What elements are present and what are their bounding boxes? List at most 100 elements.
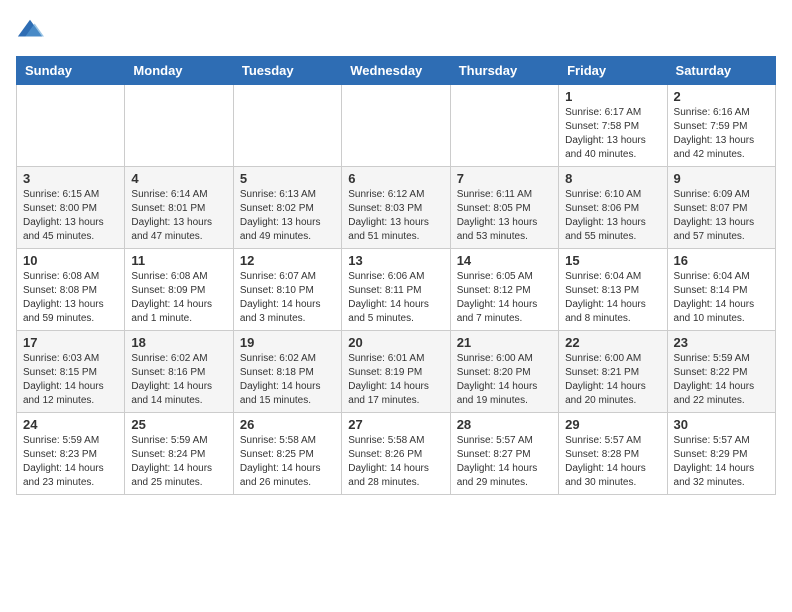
calendar-cell: 1Sunrise: 6:17 AMSunset: 7:58 PMDaylight… (559, 85, 667, 167)
weekday-header: Saturday (667, 57, 775, 85)
calendar-table: SundayMondayTuesdayWednesdayThursdayFrid… (16, 56, 776, 495)
day-info: Sunrise: 6:15 AMSunset: 8:00 PMDaylight:… (23, 188, 118, 244)
weekday-header: Tuesday (233, 57, 341, 85)
calendar-cell: 24 Sunrise: 5:59 AMSunset: 8:23 PMDayligh… (17, 413, 125, 495)
day-number: 28 (457, 417, 552, 432)
day-number: 1 (565, 89, 660, 104)
day-info: Sunrise: 5:57 AMSunset: 8:27 PMDaylight:… (457, 434, 552, 490)
day-number: 10 (23, 253, 118, 268)
calendar-cell: 29 Sunrise: 5:57 AMSunset: 8:28 PMDayligh… (559, 413, 667, 495)
day-number: 21 (457, 335, 552, 350)
day-number: 12 (240, 253, 335, 268)
day-info: Sunrise: 6:02 AMSunset: 8:18 PMDaylight:… (240, 352, 335, 408)
day-number: 22 (565, 335, 660, 350)
day-info: Sunrise: 6:04 AMSunset: 8:13 PMDaylight:… (565, 270, 660, 326)
calendar-cell: 23 Sunrise: 5:59 AMSunset: 8:22 PMDayligh… (667, 331, 775, 413)
day-number: 5 (240, 171, 335, 186)
day-number: 20 (348, 335, 443, 350)
calendar-cell: 2 Sunrise: 6:16 AMSunset: 7:59 PMDaylight… (667, 85, 775, 167)
calendar-header-row: SundayMondayTuesdayWednesdayThursdayFrid… (17, 57, 776, 85)
day-number: 23 (674, 335, 769, 350)
calendar-cell: 7Sunrise: 6:11 AMSunset: 8:05 PMDaylight… (450, 167, 558, 249)
calendar-cell: 11 Sunrise: 6:08 AMSunset: 8:09 PMDayligh… (125, 249, 233, 331)
day-number: 6 (348, 171, 443, 186)
calendar-cell: 21 Sunrise: 6:00 AMSunset: 8:20 PMDayligh… (450, 331, 558, 413)
day-info: Sunrise: 5:57 AMSunset: 8:29 PMDaylight:… (674, 434, 769, 490)
day-info: Sunrise: 6:06 AMSunset: 8:11 PMDaylight:… (348, 270, 443, 326)
calendar-cell: 17Sunrise: 6:03 AMSunset: 8:15 PMDayligh… (17, 331, 125, 413)
logo-icon (16, 16, 44, 44)
calendar-cell: 8Sunrise: 6:10 AMSunset: 8:06 PMDaylight… (559, 167, 667, 249)
calendar-week-row: 10 Sunrise: 6:08 AMSunset: 8:08 PMDayligh… (17, 249, 776, 331)
calendar-cell: 25Sunrise: 5:59 AMSunset: 8:24 PMDayligh… (125, 413, 233, 495)
day-number: 11 (131, 253, 226, 268)
calendar-cell: 27Sunrise: 5:58 AMSunset: 8:26 PMDayligh… (342, 413, 450, 495)
calendar-cell (233, 85, 341, 167)
day-info: Sunrise: 6:00 AMSunset: 8:21 PMDaylight:… (565, 352, 660, 408)
calendar-week-row: 3 Sunrise: 6:15 AMSunset: 8:00 PMDaylight… (17, 167, 776, 249)
calendar-cell: 3 Sunrise: 6:15 AMSunset: 8:00 PMDaylight… (17, 167, 125, 249)
day-info: Sunrise: 5:59 AMSunset: 8:23 PMDaylight:… (23, 434, 118, 490)
weekday-header: Friday (559, 57, 667, 85)
calendar-cell: 13 Sunrise: 6:06 AMSunset: 8:11 PMDayligh… (342, 249, 450, 331)
day-info: Sunrise: 5:57 AMSunset: 8:28 PMDaylight:… (565, 434, 660, 490)
day-number: 4 (131, 171, 226, 186)
day-number: 9 (674, 171, 769, 186)
day-number: 14 (457, 253, 552, 268)
day-info: Sunrise: 6:10 AMSunset: 8:06 PMDaylight:… (565, 188, 660, 244)
calendar-week-row: 17Sunrise: 6:03 AMSunset: 8:15 PMDayligh… (17, 331, 776, 413)
day-info: Sunrise: 5:58 AMSunset: 8:26 PMDaylight:… (348, 434, 443, 490)
calendar-cell: 28 Sunrise: 5:57 AMSunset: 8:27 PMDayligh… (450, 413, 558, 495)
day-info: Sunrise: 6:09 AMSunset: 8:07 PMDaylight:… (674, 188, 769, 244)
calendar-week-row: 24 Sunrise: 5:59 AMSunset: 8:23 PMDayligh… (17, 413, 776, 495)
calendar-cell (125, 85, 233, 167)
day-number: 15 (565, 253, 660, 268)
weekday-header: Thursday (450, 57, 558, 85)
day-info: Sunrise: 6:08 AMSunset: 8:08 PMDaylight:… (23, 270, 118, 326)
calendar-cell: 18 Sunrise: 6:02 AMSunset: 8:16 PMDayligh… (125, 331, 233, 413)
calendar-cell: 22 Sunrise: 6:00 AMSunset: 8:21 PMDayligh… (559, 331, 667, 413)
day-number: 24 (23, 417, 118, 432)
calendar-cell: 26 Sunrise: 5:58 AMSunset: 8:25 PMDayligh… (233, 413, 341, 495)
day-number: 2 (674, 89, 769, 104)
calendar-cell (450, 85, 558, 167)
day-number: 17 (23, 335, 118, 350)
day-info: Sunrise: 6:08 AMSunset: 8:09 PMDaylight:… (131, 270, 226, 326)
day-number: 26 (240, 417, 335, 432)
day-info: Sunrise: 6:14 AMSunset: 8:01 PMDaylight:… (131, 188, 226, 244)
calendar-cell: 12 Sunrise: 6:07 AMSunset: 8:10 PMDayligh… (233, 249, 341, 331)
day-info: Sunrise: 6:07 AMSunset: 8:10 PMDaylight:… (240, 270, 335, 326)
day-number: 19 (240, 335, 335, 350)
day-info: Sunrise: 5:58 AMSunset: 8:25 PMDaylight:… (240, 434, 335, 490)
day-info: Sunrise: 6:02 AMSunset: 8:16 PMDaylight:… (131, 352, 226, 408)
calendar-week-row: 1Sunrise: 6:17 AMSunset: 7:58 PMDaylight… (17, 85, 776, 167)
day-number: 7 (457, 171, 552, 186)
day-number: 29 (565, 417, 660, 432)
calendar-cell: 15 Sunrise: 6:04 AMSunset: 8:13 PMDayligh… (559, 249, 667, 331)
day-number: 16 (674, 253, 769, 268)
day-info: Sunrise: 6:12 AMSunset: 8:03 PMDaylight:… (348, 188, 443, 244)
day-info: Sunrise: 6:05 AMSunset: 8:12 PMDaylight:… (457, 270, 552, 326)
day-number: 3 (23, 171, 118, 186)
day-number: 13 (348, 253, 443, 268)
day-info: Sunrise: 6:04 AMSunset: 8:14 PMDaylight:… (674, 270, 769, 326)
calendar-cell: 30 Sunrise: 5:57 AMSunset: 8:29 PMDayligh… (667, 413, 775, 495)
calendar-cell (17, 85, 125, 167)
day-info: Sunrise: 5:59 AMSunset: 8:22 PMDaylight:… (674, 352, 769, 408)
calendar-cell: 4 Sunrise: 6:14 AMSunset: 8:01 PMDaylight… (125, 167, 233, 249)
day-number: 30 (674, 417, 769, 432)
calendar-cell (342, 85, 450, 167)
calendar-cell: 19 Sunrise: 6:02 AMSunset: 8:18 PMDayligh… (233, 331, 341, 413)
calendar-cell: 10 Sunrise: 6:08 AMSunset: 8:08 PMDayligh… (17, 249, 125, 331)
day-info: Sunrise: 6:01 AMSunset: 8:19 PMDaylight:… (348, 352, 443, 408)
calendar-cell: 20 Sunrise: 6:01 AMSunset: 8:19 PMDayligh… (342, 331, 450, 413)
calendar-cell: 16 Sunrise: 6:04 AMSunset: 8:14 PMDayligh… (667, 249, 775, 331)
calendar-cell: 14 Sunrise: 6:05 AMSunset: 8:12 PMDayligh… (450, 249, 558, 331)
weekday-header: Wednesday (342, 57, 450, 85)
calendar-cell: 6 Sunrise: 6:12 AMSunset: 8:03 PMDaylight… (342, 167, 450, 249)
day-info: Sunrise: 6:00 AMSunset: 8:20 PMDaylight:… (457, 352, 552, 408)
day-info: Sunrise: 6:16 AMSunset: 7:59 PMDaylight:… (674, 106, 769, 162)
day-number: 25 (131, 417, 226, 432)
day-number: 18 (131, 335, 226, 350)
weekday-header: Monday (125, 57, 233, 85)
